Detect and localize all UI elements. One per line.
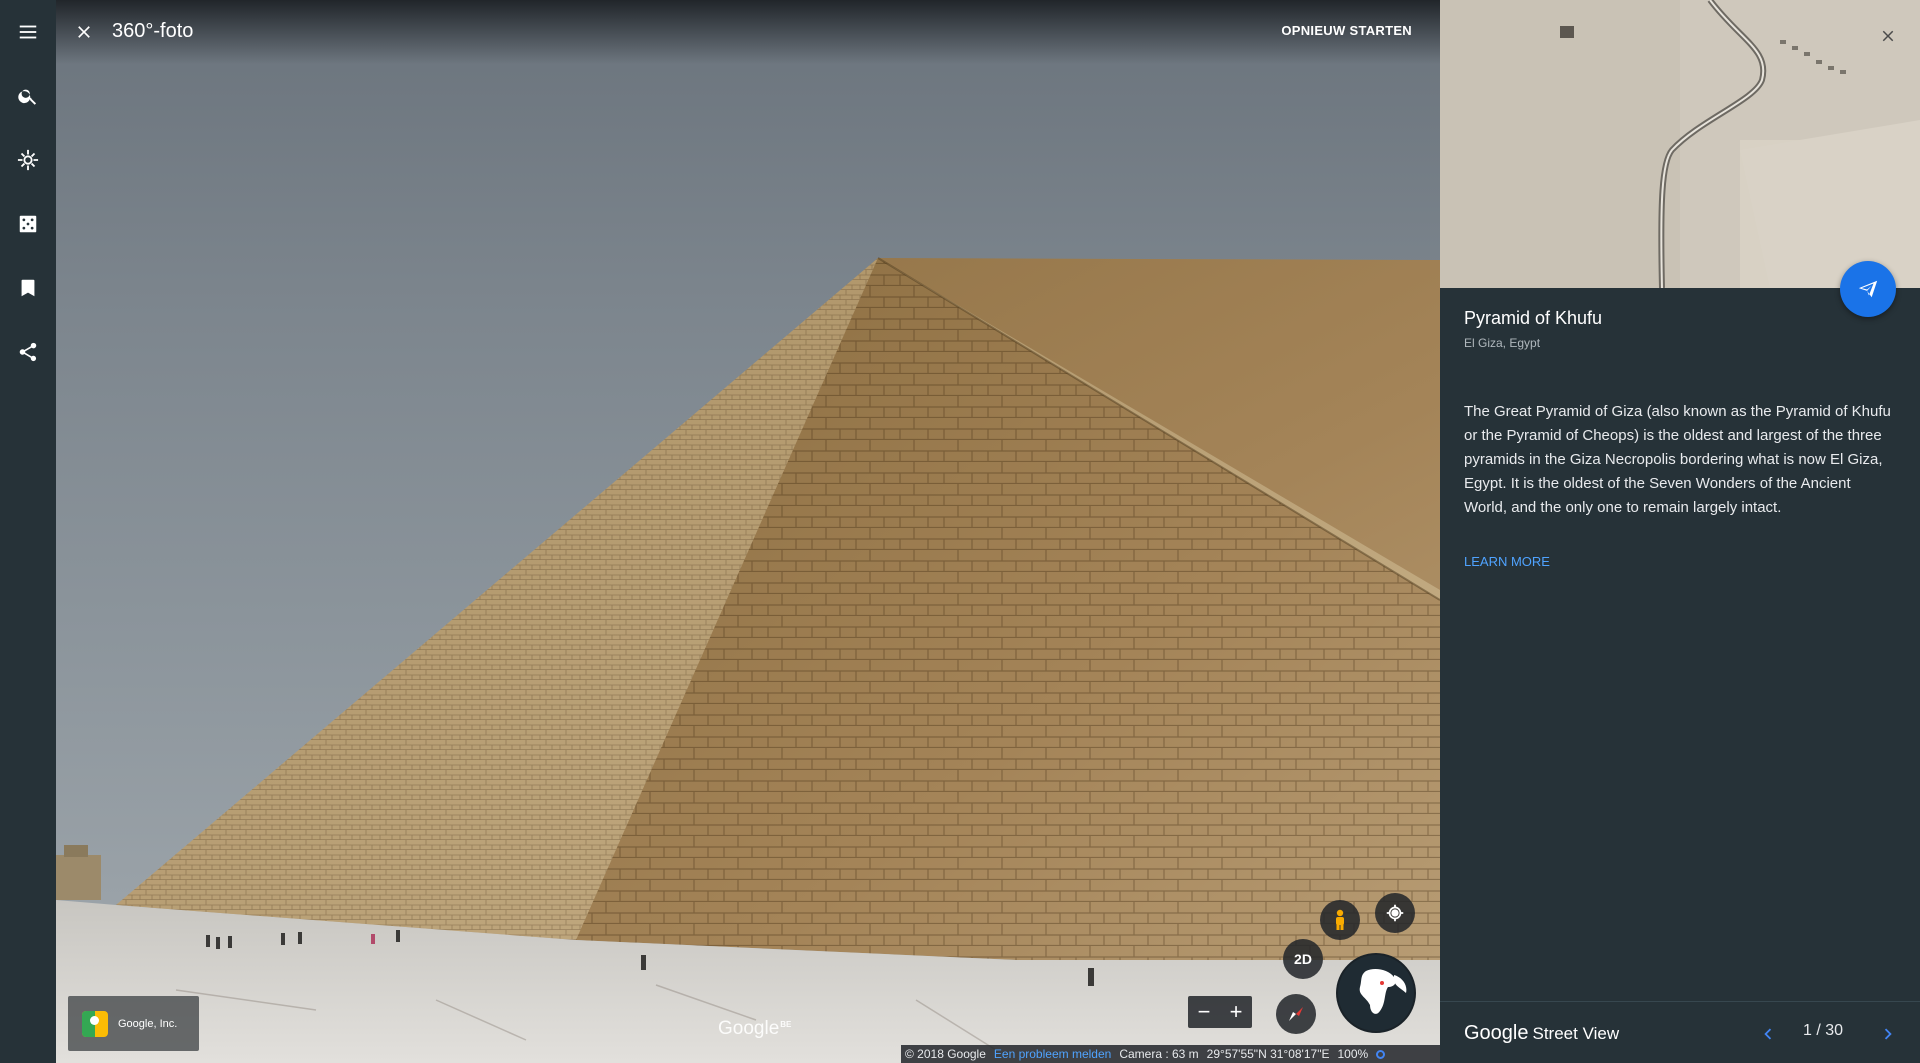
my-location-button[interactable] <box>1375 893 1415 933</box>
knowledge-card-panel: Pyramid of Khufu El Giza, Egypt The Grea… <box>1440 0 1920 1063</box>
voyager-button[interactable] <box>0 132 56 188</box>
viewer-title: 360°-foto <box>112 20 194 42</box>
maps-contributor-icon <box>82 1010 108 1037</box>
place-title: Pyramid of Khufu <box>1464 308 1603 328</box>
search-icon <box>18 89 37 105</box>
search-button[interactable] <box>0 68 56 124</box>
place-description: The Great Pyramid of Giza (also known as… <box>1464 403 1891 516</box>
report-problem-link[interactable]: Een probleem melden <box>994 1047 1111 1061</box>
menu-button[interactable] <box>0 4 56 60</box>
attribution-text: Google, Inc. <box>118 1017 178 1030</box>
satellite-thumbnail[interactable] <box>1440 0 1920 288</box>
google-logo-region: BE <box>780 1019 792 1029</box>
share-button[interactable] <box>0 324 56 380</box>
share-fab-button[interactable] <box>1840 261 1896 317</box>
send-icon <box>1858 280 1878 298</box>
pegman-icon <box>1336 909 1344 930</box>
loading-indicator-icon <box>1376 1049 1386 1059</box>
pegman-button[interactable] <box>1320 900 1360 940</box>
close-icon <box>1882 30 1894 42</box>
bookmark-button[interactable] <box>0 260 56 316</box>
google-logo: GoogleBE <box>718 1018 791 1040</box>
bookmark-icon <box>21 279 35 297</box>
close-viewer-button[interactable] <box>70 18 98 46</box>
close-icon <box>78 26 90 38</box>
page-counter: 1 / 30 <box>1803 1022 1844 1039</box>
brand-product: Street View <box>1532 1024 1620 1043</box>
restart-button[interactable]: OPNIEUW STARTEN <box>1281 23 1412 38</box>
chevron-left-icon <box>1764 1028 1772 1040</box>
feeling-lucky-icon <box>19 215 37 233</box>
close-panel-button[interactable] <box>1876 24 1900 48</box>
share-icon <box>19 342 37 362</box>
compass-button[interactable] <box>1276 994 1316 1034</box>
menu-icon <box>19 25 37 39</box>
status-bar: © 2018 Google Een probleem melden Camera… <box>901 1045 1440 1063</box>
satellite-map-image <box>1440 0 1920 288</box>
view-mode-2d-button[interactable]: 2D <box>1283 939 1323 979</box>
panel-footer: Google Street View 1 / 30 <box>1440 1001 1920 1063</box>
left-rail <box>0 0 56 1063</box>
next-button[interactable] <box>1874 1020 1902 1048</box>
copyright-text: © 2018 Google <box>905 1047 986 1061</box>
place-subtitle: El Giza, Egypt <box>1464 336 1541 350</box>
viewer-top-bar: 360°-foto OPNIEUW STARTEN <box>56 0 1440 64</box>
street-view-brand: Google Street View <box>1464 1022 1619 1045</box>
previous-button[interactable] <box>1754 1020 1782 1048</box>
zoom-in-button[interactable]: + <box>1220 996 1252 1028</box>
zoom-out-button[interactable]: − <box>1188 996 1220 1028</box>
globe-icon <box>1338 955 1414 1031</box>
coordinates: 29°57'55"N 31°08'17"E <box>1206 1047 1330 1061</box>
my-location-icon <box>1386 904 1404 922</box>
zoom-control: − + <box>1188 996 1252 1028</box>
brand-google: Google <box>1464 1022 1529 1044</box>
feeling-lucky-button[interactable] <box>0 196 56 252</box>
globe-button[interactable] <box>1336 953 1416 1033</box>
learn-more-link[interactable]: LEARN MORE <box>1464 554 1550 569</box>
google-logo-text: Google <box>718 1018 780 1039</box>
scale-percent: 100% <box>1337 1047 1369 1061</box>
pyramid-panorama[interactable] <box>56 0 1440 1063</box>
camera-altitude: Camera : 63 m <box>1119 1047 1199 1061</box>
photo-attribution[interactable]: Google, Inc. <box>68 996 199 1051</box>
panorama-viewer[interactable] <box>56 0 1440 1063</box>
chevron-right-icon <box>1884 1028 1892 1040</box>
voyager-icon <box>17 149 39 171</box>
compass-icon <box>1289 1007 1303 1021</box>
